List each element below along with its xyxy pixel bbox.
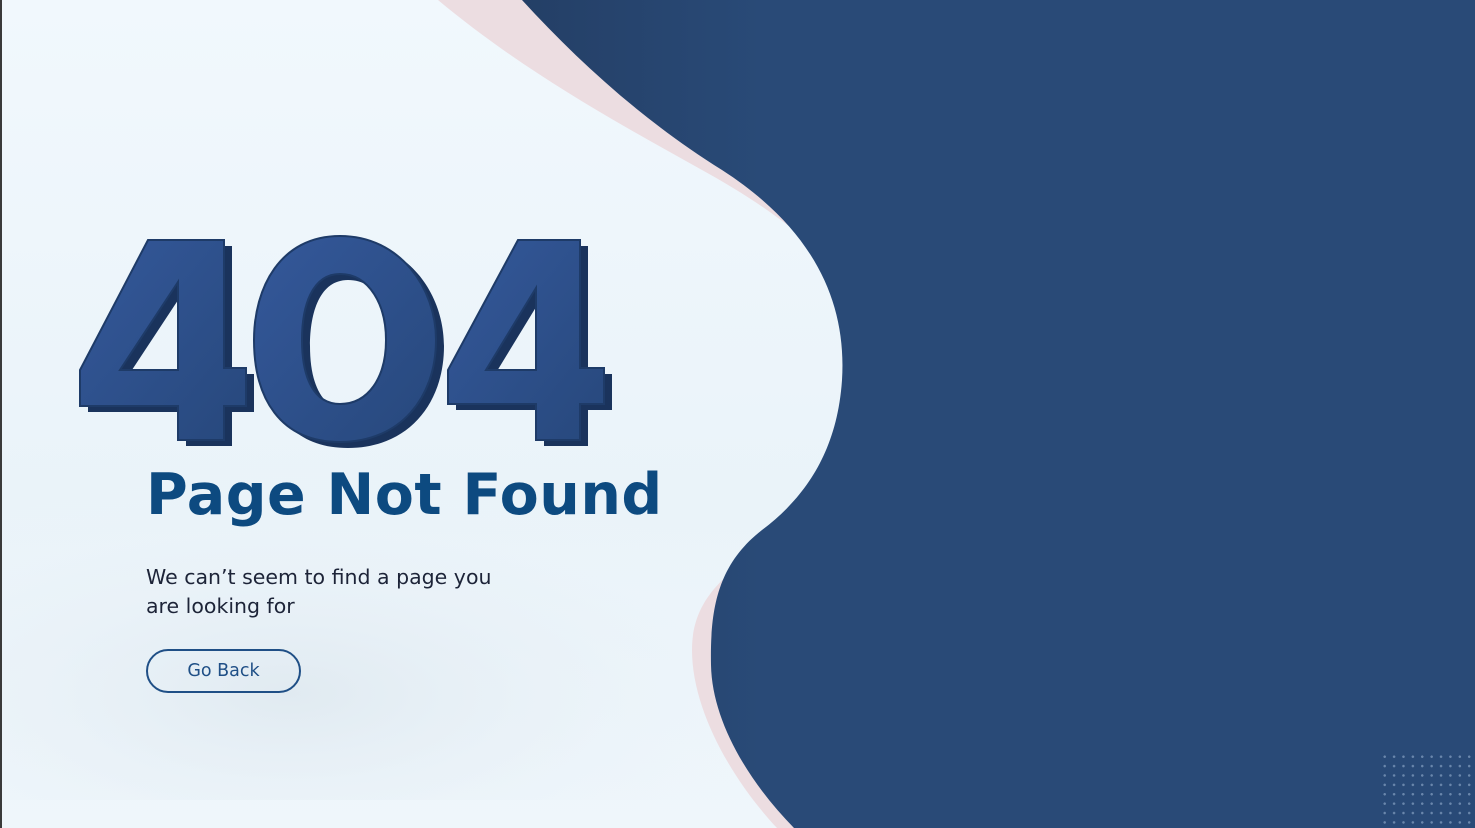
error-code-404: 404 (79, 234, 612, 448)
page-title: Page Not Found (146, 462, 663, 528)
dot-grid-decoration (1380, 752, 1472, 828)
error-message: We can’t seem to find a page you are loo… (146, 565, 492, 618)
error-page: 404 Page Not Found We can’t seem to find… (0, 0, 1475, 828)
go-back-button[interactable]: Go Back (146, 649, 301, 693)
error-code-text: 404 (344, 347, 346, 349)
